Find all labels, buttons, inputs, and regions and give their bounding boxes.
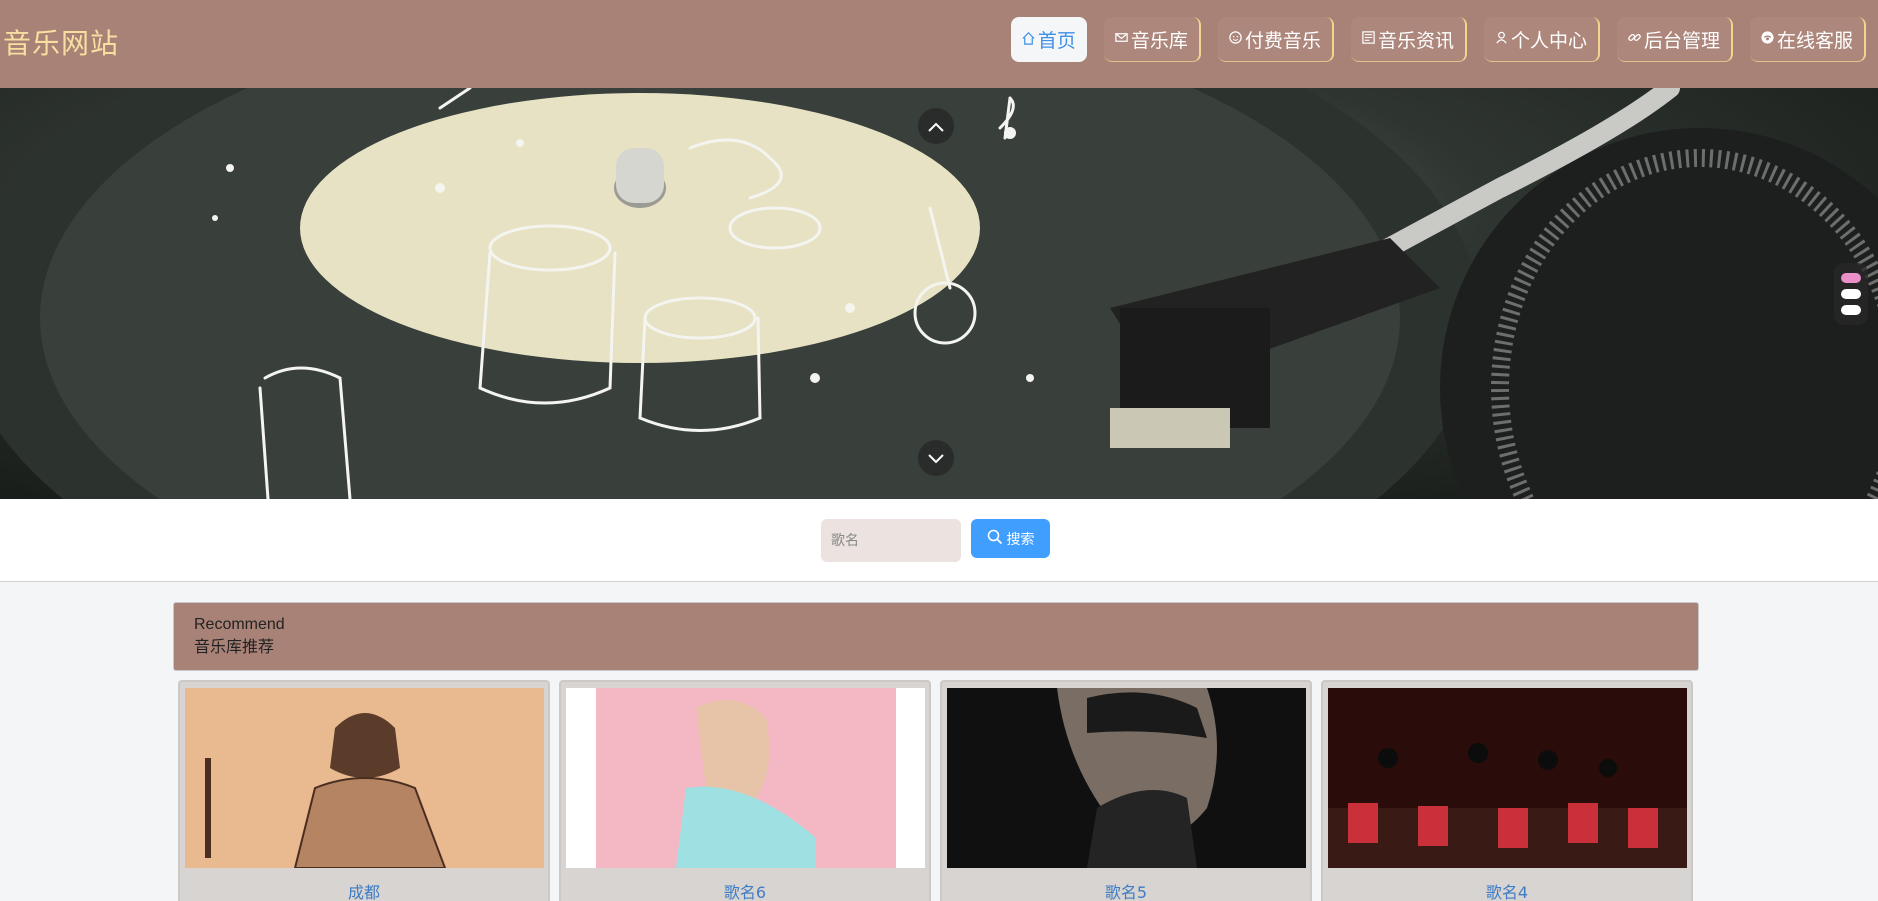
nav-item-label: 首页 <box>1037 30 1076 52</box>
nav-item-label: 付费音乐 <box>1244 29 1321 52</box>
chevron-up-icon <box>928 117 944 136</box>
main-nav: 首页 音乐库 付费音乐 音乐资讯 个人中心 后台管理 在线客服 <box>1010 17 1866 62</box>
song-card[interactable]: 歌名6 <box>559 680 931 901</box>
nav-item-home[interactable]: 首页 <box>1010 17 1087 62</box>
search-bar: 搜索 <box>0 499 1878 582</box>
search-button-label: 搜索 <box>1006 531 1035 548</box>
carousel-indicator[interactable] <box>1841 305 1861 315</box>
recommend-header: Recommend 音乐库推荐 <box>173 602 1699 671</box>
link-icon <box>1627 28 1642 50</box>
home-icon <box>1021 29 1036 51</box>
song-cover-image <box>947 688 1306 868</box>
nav-item-label: 个人中心 <box>1510 29 1587 52</box>
carousel-prev-button[interactable] <box>918 108 954 144</box>
nav-item-label: 在线客服 <box>1776 29 1853 52</box>
banner-carousel <box>0 88 1878 499</box>
site-header: 音乐网站 首页 音乐库 付费音乐 音乐资讯 个人中心 后台管理 在线客服 <box>0 0 1878 88</box>
song-title[interactable]: 成都 <box>180 879 548 901</box>
nav-item-admin[interactable]: 后台管理 <box>1616 17 1733 62</box>
song-search-input[interactable] <box>821 519 961 562</box>
nav-item-label: 音乐库 <box>1130 29 1188 52</box>
user-icon <box>1494 28 1509 50</box>
song-card[interactable]: 歌名4 <box>1321 680 1693 901</box>
carousel-indicators <box>1834 263 1868 325</box>
news-icon <box>1361 28 1376 50</box>
support-icon <box>1760 28 1775 50</box>
song-title[interactable]: 歌名6 <box>561 879 929 901</box>
song-title[interactable]: 歌名5 <box>942 879 1310 901</box>
nav-item-music-library[interactable]: 音乐库 <box>1103 17 1201 62</box>
mail-icon <box>1114 28 1129 50</box>
nav-item-online-support[interactable]: 在线客服 <box>1749 17 1866 62</box>
nav-item-paid-music[interactable]: 付费音乐 <box>1217 17 1334 62</box>
nav-item-personal-center[interactable]: 个人中心 <box>1483 17 1600 62</box>
carousel-indicator[interactable] <box>1841 289 1861 299</box>
nav-item-label: 后台管理 <box>1643 29 1720 52</box>
search-button[interactable]: 搜索 <box>971 519 1050 558</box>
song-title[interactable]: 歌名4 <box>1323 879 1691 901</box>
song-card[interactable]: 歌名5 <box>940 680 1312 901</box>
recommend-list: 成都 歌名6 歌名5 歌名4 <box>178 680 1698 901</box>
search-icon <box>987 529 1003 549</box>
chevron-down-icon <box>928 449 944 468</box>
recommend-title-cn: 音乐库推荐 <box>194 637 275 656</box>
song-cover-image <box>566 688 925 868</box>
song-cover-image <box>185 688 544 868</box>
smile-icon <box>1228 28 1243 50</box>
carousel-next-button[interactable] <box>918 440 954 476</box>
nav-item-music-news[interactable]: 音乐资讯 <box>1350 17 1467 62</box>
song-card[interactable]: 成都 <box>178 680 550 901</box>
song-cover-image <box>1328 688 1687 868</box>
carousel-indicator[interactable] <box>1841 273 1861 283</box>
site-logo[interactable]: 音乐网站 <box>3 22 119 62</box>
nav-item-label: 音乐资讯 <box>1377 29 1454 52</box>
recommend-title-en: Recommend <box>194 616 285 633</box>
banner-image <box>0 88 1878 499</box>
